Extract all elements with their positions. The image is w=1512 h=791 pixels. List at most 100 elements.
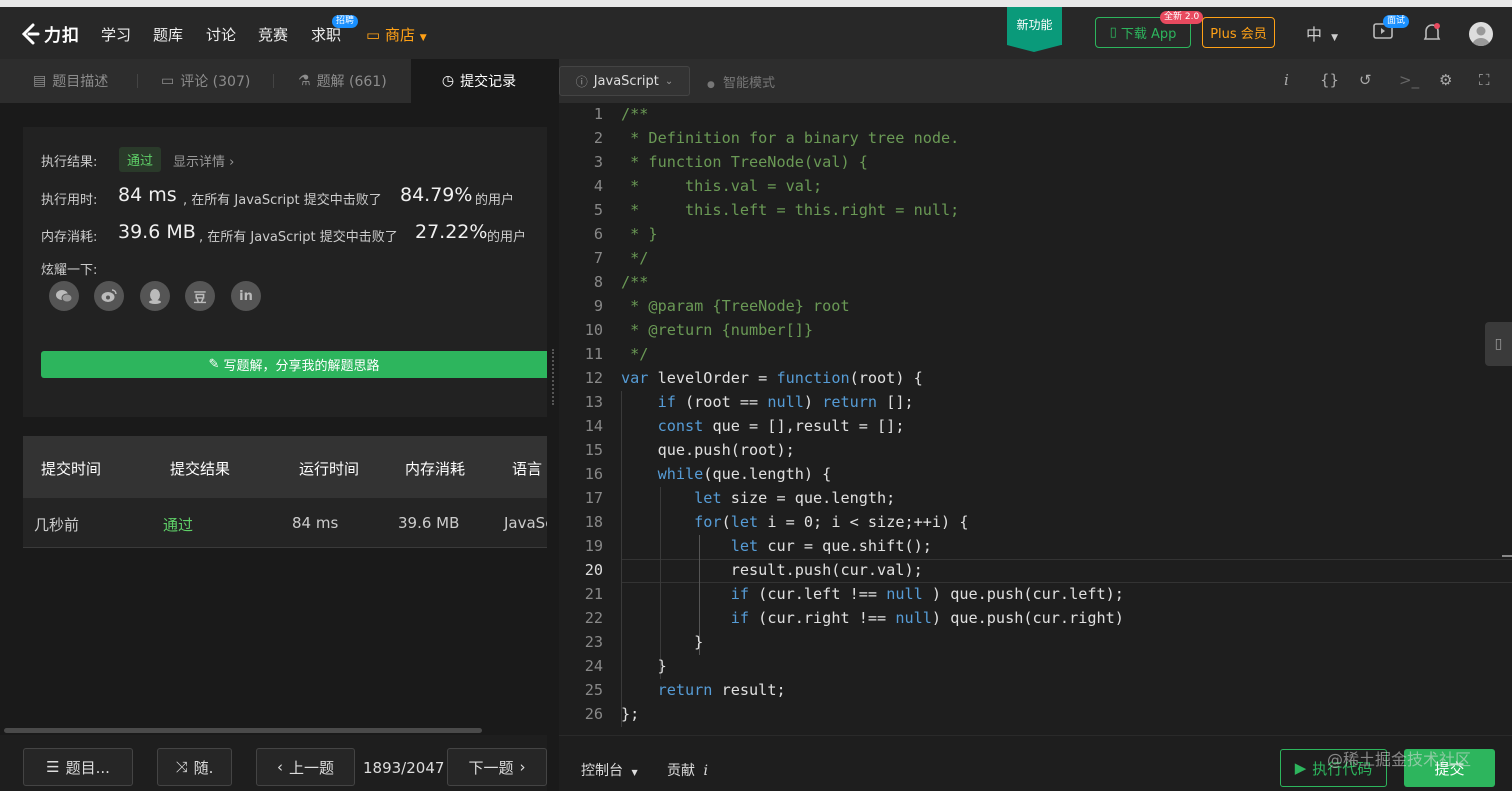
linkedin-icon[interactable]: in (231, 281, 261, 311)
next-problem-button[interactable]: 下一题 › (447, 748, 547, 786)
problem-list-button[interactable]: ☰ 题目... (23, 748, 133, 786)
nav-store[interactable]: ▭ 商店 ▼ (366, 24, 427, 45)
nav-contest[interactable]: 竞赛 (258, 24, 288, 45)
fullscreen-icon[interactable]: ⛶ (1479, 71, 1490, 89)
play-icon: ▶ (1294, 759, 1307, 777)
shuffle-icon: ⤨ (175, 758, 188, 776)
editor-toolbar: ⓘ JavaScript ⌄ ● 智能模式 i {} ↺ >_ ⚙ ⛶ (559, 59, 1512, 103)
prev-problem-button[interactable]: ‹ 上一题 (256, 748, 355, 786)
console-toggle[interactable]: 控制台 ▼ (581, 760, 638, 780)
memory-description: , 在所有 JavaScript 提交中击败了 (199, 230, 398, 245)
left-panel-tabs: ▤ 题目描述 ▭ 评论 (307) ⚗ 题解 (661) ◷ 提交记录 (0, 59, 547, 103)
panel-resize-handle[interactable] (547, 59, 559, 791)
jobs-badge: 招聘 (332, 15, 359, 28)
line-number: 1 (593, 105, 603, 123)
interview-icon[interactable]: 面试 (1373, 15, 1410, 45)
douban-icon[interactable]: 豆 (185, 281, 215, 311)
nav-jobs[interactable]: 求职 招聘 (311, 15, 359, 45)
tab-submissions[interactable]: ◷ 提交记录 (411, 59, 547, 103)
language-label: 中 (1306, 25, 1323, 44)
line-number: 9 (593, 297, 603, 315)
notification-bell-icon[interactable] (1423, 23, 1441, 47)
download-app-button[interactable]: ▯ 下载 App 全新 2.0 (1095, 11, 1204, 48)
plus-membership-button[interactable]: Plus 会员 (1202, 17, 1275, 48)
tab-solutions[interactable]: ⚗ 题解 (661) (298, 59, 387, 103)
tab-comments[interactable]: ▭ 评论 (307) (161, 59, 250, 103)
language-select[interactable]: ⓘ JavaScript ⌄ (559, 66, 690, 96)
row-result[interactable]: 通过 (163, 514, 193, 535)
notes-side-tab[interactable]: ▯ (1485, 322, 1512, 366)
col-memory: 内存消耗 (405, 460, 466, 478)
resize-grip[interactable] (552, 349, 554, 405)
clock-icon: ◷ (441, 73, 455, 89)
memory-percentile: 27.22% (415, 221, 488, 243)
qq-icon[interactable] (140, 281, 170, 311)
show-details-link[interactable]: 显示详情 › (173, 151, 234, 170)
line-number: 5 (593, 201, 603, 219)
code-editor[interactable]: 1 2 3 4 5 6 7 8 9 10 11 12 13 14 15 16 17 18 19 20 21 22 23 24 2… (559, 103, 1512, 735)
code-line: */ (621, 345, 649, 363)
smart-mode-label: 智能模式 (723, 76, 776, 91)
horizontal-scrollbar[interactable] (0, 725, 547, 735)
caret-down-icon: ▼ (1331, 33, 1339, 43)
row-time: 几秒前 (34, 516, 80, 534)
language-switch[interactable]: 中 ▼ (1306, 21, 1338, 45)
code-line: for(let i = 0; i < size;++i) { (694, 513, 969, 531)
chevron-down-icon: ⌄ (664, 75, 674, 87)
new-feature-ribbon[interactable]: 新功能 (1007, 7, 1062, 52)
user-avatar[interactable] (1469, 22, 1493, 46)
smart-mode-toggle[interactable]: ● 智能模式 (707, 72, 775, 91)
tab-description[interactable]: ▤ 题目描述 (33, 59, 108, 103)
caret-down-icon: ▼ (419, 33, 427, 43)
line-number: 12 (584, 369, 603, 387)
row-memory: 39.6 MB (398, 514, 460, 532)
submissions-table: 提交时间 提交结果 运行时间 内存消耗 语言 几秒前 通过 84 ms 39.6… (23, 436, 547, 548)
settings-gear-icon[interactable]: ⚙ (1439, 71, 1452, 89)
line-number: 23 (584, 633, 603, 651)
code-line: * @return {number[]} (621, 321, 814, 339)
nav-study[interactable]: 学习 (101, 24, 131, 45)
random-button[interactable]: ⤨ 随. (157, 748, 232, 786)
leetcode-logo[interactable]: 力扣 (20, 21, 80, 46)
nav-discuss[interactable]: 讨论 (206, 24, 236, 45)
list-icon: ☰ (46, 758, 60, 776)
line-number: 15 (584, 441, 603, 459)
status-badge: 通过 (119, 147, 162, 172)
next-label: 下一题 (468, 758, 514, 777)
language-select-value: JavaScript (593, 73, 659, 89)
tab-solutions-label: 题解 (661) (316, 74, 387, 90)
wechat-icon[interactable] (49, 281, 79, 311)
pencil-icon: ✎ (208, 357, 220, 372)
exec-result-label: 执行结果: (41, 155, 98, 170)
line-number: 20 (584, 561, 603, 579)
line-number: 13 (584, 393, 603, 411)
line-number: 7 (593, 249, 603, 267)
terminal-icon[interactable]: >_ (1399, 71, 1419, 89)
line-number: 14 (584, 417, 603, 435)
contribute-link[interactable]: 贡献 i (667, 760, 708, 780)
caret-down-icon: ▼ (631, 768, 638, 777)
problem-list-label: 题目... (65, 758, 110, 777)
weibo-icon[interactable] (94, 281, 124, 311)
code-line: * @param {TreeNode} root (621, 297, 850, 315)
tab-description-label: 题目描述 (52, 74, 109, 90)
row-runtime: 84 ms (292, 514, 339, 532)
table-row[interactable]: 几秒前 通过 84 ms 39.6 MB JavaScript (23, 498, 547, 548)
reset-icon[interactable]: ↺ (1359, 71, 1372, 89)
info-icon[interactable]: i (1284, 71, 1289, 89)
nav-problems[interactable]: 题库 (153, 24, 183, 45)
write-solution-label: 写题解，分享我的解题思路 (223, 359, 380, 374)
download-app-label: 下载 App (1120, 27, 1177, 42)
col-submit-result: 提交结果 (170, 460, 231, 478)
chevron-left-icon: ‹ (276, 758, 283, 776)
watermark: @稀土掘金技术社区 (1327, 750, 1472, 769)
code-line: * } (621, 225, 658, 243)
code-line: /** (621, 105, 649, 123)
tab-separator (137, 74, 138, 88)
scrollbar-thumb[interactable] (4, 728, 482, 733)
runtime-percentile: 84.79% (400, 184, 473, 206)
format-braces-icon[interactable]: {} (1320, 71, 1339, 89)
note-icon: ▯ (1494, 336, 1503, 352)
problem-position: 1893/2047 (363, 759, 445, 777)
write-solution-button[interactable]: ✎ 写题解，分享我的解题思路 (41, 351, 547, 378)
